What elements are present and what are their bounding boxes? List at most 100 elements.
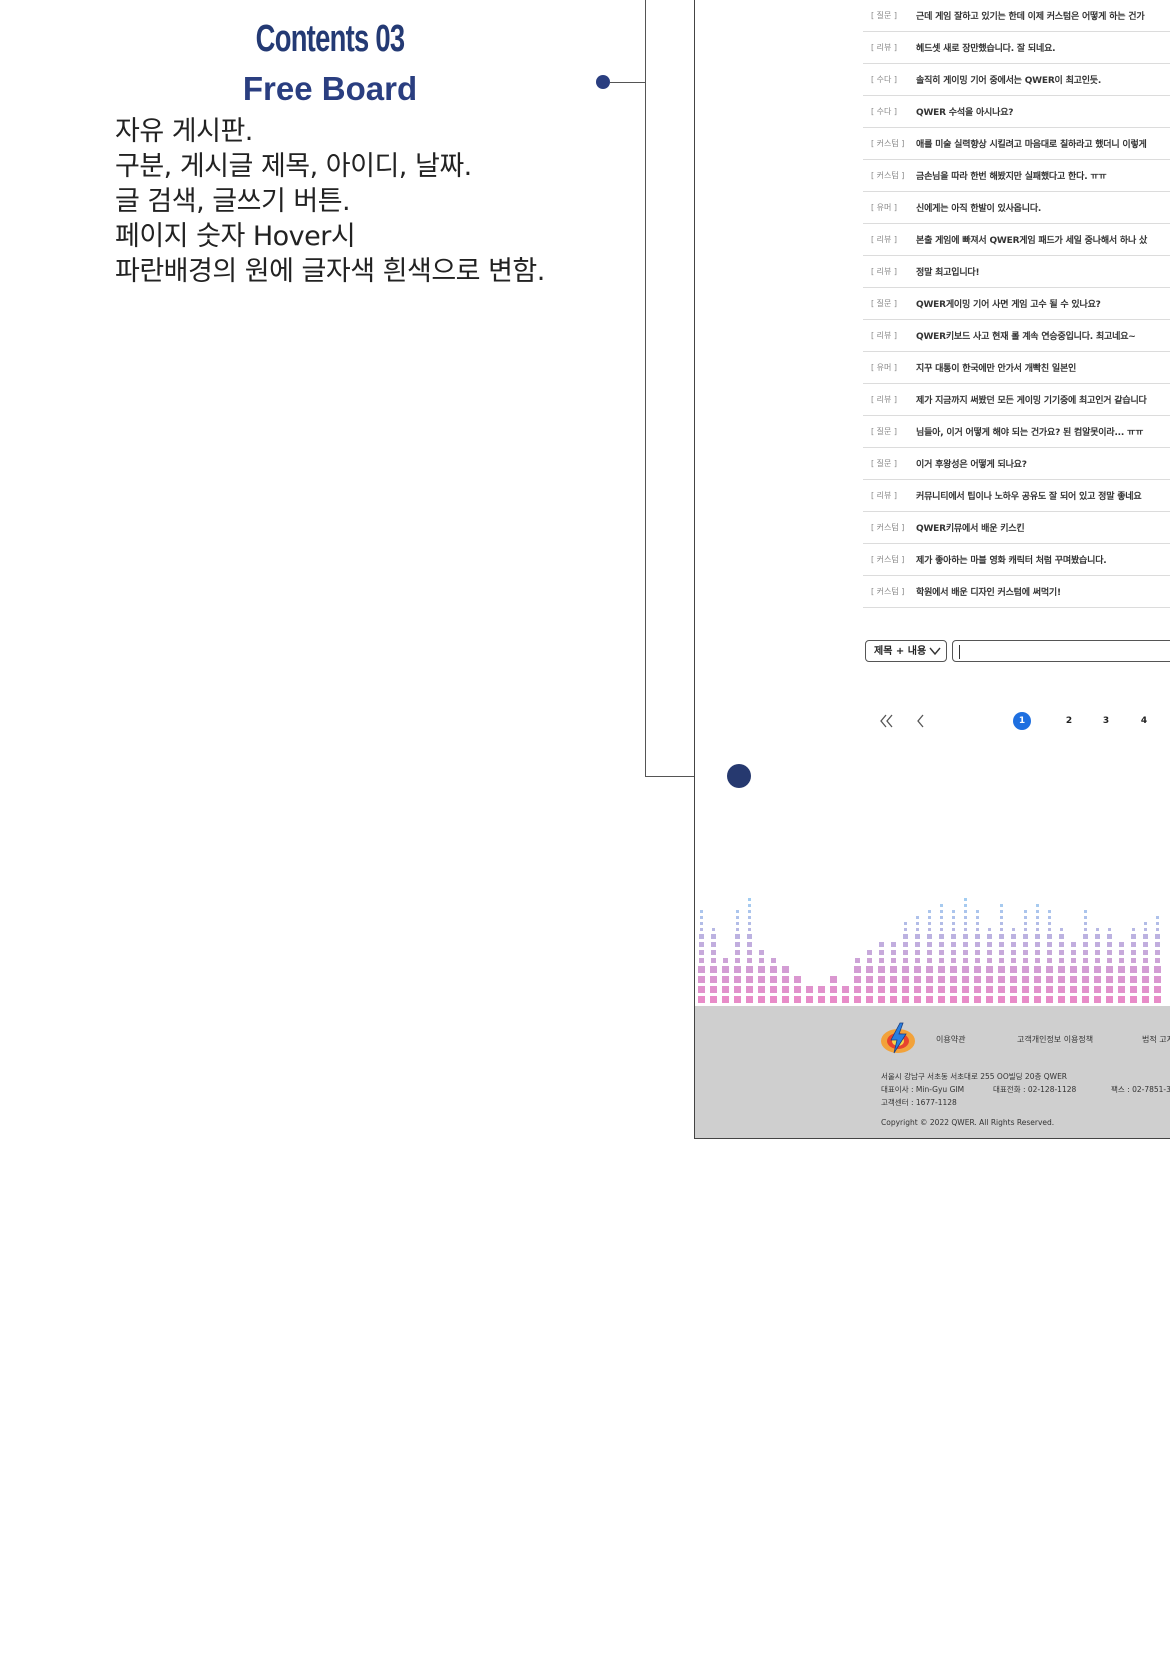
description-line: 글 검색, 글쓰기 버튼.: [115, 186, 351, 217]
list-item[interactable]: [ 커스텀 ] 제가 좋아하는 마블 영화 캐릭터 처럼 꾸며봤습니다.: [863, 544, 1170, 576]
post-title[interactable]: QWER게이밍 기어 사면 게임 고수 될 수 있나요?: [916, 297, 1101, 310]
equalizer-block: [985, 966, 993, 973]
list-item[interactable]: [ 리뷰 ] QWER키보드 사고 현재 롤 계속 연승중입니다. 최고네요~: [863, 320, 1170, 352]
post-title[interactable]: 본출 게임에 빠져서 QWER게임 패드가 세일 중나해서 하나 샀: [916, 233, 1147, 246]
list-item[interactable]: [ 수다 ] 솔직히 게이밍 기어 중에서는 QWER이 최고인듯.: [863, 64, 1170, 96]
equalizer-block: [927, 928, 931, 931]
prev-page-icon[interactable]: [912, 712, 930, 730]
footer-link-terms[interactable]: 이용약관: [936, 1034, 965, 1045]
list-item[interactable]: [ 질문 ] 이거 후왕성은 어떻게 되나요?: [863, 448, 1170, 480]
equalizer-block: [853, 966, 861, 973]
footer-link-privacy[interactable]: 고객개인정보 이용정책: [1017, 1034, 1093, 1045]
equalizer-block: [938, 934, 944, 939]
equalizer-block: [1143, 922, 1147, 925]
footer-link-legal[interactable]: 법적 고지: [1142, 1034, 1170, 1045]
post-title[interactable]: 지꾸 대통이 한국에만 안가서 개빡친 일본인: [916, 361, 1076, 374]
page-number[interactable]: 3: [1097, 712, 1115, 730]
equalizer-block: [1010, 950, 1016, 955]
post-title[interactable]: 이거 후왕성은 어떻게 되나요?: [916, 457, 1027, 470]
list-item[interactable]: [ 유머 ] 지꾸 대통이 한국에만 안가서 개빡친 일본인: [863, 352, 1170, 384]
equalizer-block: [985, 996, 993, 1003]
equalizer-block: [745, 996, 753, 1003]
equalizer-block: [974, 950, 980, 955]
list-item[interactable]: [ 리뷰 ] 헤드셋 새로 장만했습니다. 잘 되네요.: [863, 32, 1170, 64]
post-title[interactable]: 커뮤니티에서 팁이나 노하우 공유도 잘 되어 있고 정말 좋네요: [916, 489, 1142, 502]
equalizer-block: [1129, 976, 1137, 983]
equalizer-block: [890, 942, 896, 947]
equalizer-block: [710, 934, 716, 939]
equalizer-block: [1130, 942, 1136, 947]
equalizer-block: [699, 910, 703, 913]
post-title[interactable]: 학원에서 배운 디자인 커스텀에 써먹기!: [916, 585, 1061, 598]
list-item[interactable]: [ 리뷰 ] 커뮤니티에서 팁이나 노하우 공유도 잘 되어 있고 정말 좋네요: [863, 480, 1170, 512]
first-page-icon[interactable]: [878, 712, 896, 730]
equalizer-block: [949, 976, 957, 983]
list-item[interactable]: [ 커스텀 ] 학원에서 배운 디자인 커스텀에 써먹기!: [863, 576, 1170, 608]
search-type-select[interactable]: 제목 + 내용: [865, 640, 947, 662]
equalizer-block: [889, 976, 897, 983]
equalizer-block: [975, 928, 979, 931]
post-title[interactable]: 신에게는 아직 한발이 있사옵니다.: [916, 201, 1041, 214]
post-title[interactable]: QWER키보드 사고 현재 롤 계속 연승중입니다. 최고네요~: [916, 329, 1136, 342]
equalizer-block: [769, 966, 777, 973]
list-item[interactable]: [ 질문 ] 근데 게임 잘하고 있기는 한데 이제 커스텀은 어떻게 하는 건가: [863, 0, 1170, 32]
equalizer-block: [1057, 966, 1065, 973]
page-number-active[interactable]: 1: [1013, 712, 1031, 730]
post-title[interactable]: 헤드셋 새로 장만했습니다. 잘 되네요.: [916, 41, 1056, 54]
post-title[interactable]: 솔직히 게이밍 기어 중에서는 QWER이 최고인듯.: [916, 73, 1101, 86]
post-title[interactable]: 금손님을 따라 한번 해봤지만 실패했다고 한다. ㅠㅠ: [916, 169, 1107, 182]
equalizer-block: [1023, 922, 1027, 925]
equalizer-block: [699, 928, 703, 931]
post-title[interactable]: QWER키뮤에서 배운 키스킨: [916, 521, 1025, 534]
post-title[interactable]: 제가 좋아하는 마블 영화 캐릭터 처럼 꾸며봤습니다.: [916, 553, 1107, 566]
equalizer-block: [997, 986, 1005, 993]
equalizer-block: [961, 986, 969, 993]
list-item[interactable]: [ 유머 ] 신에게는 아직 한발이 있사옵니다.: [863, 192, 1170, 224]
post-title[interactable]: 근데 게임 잘하고 있기는 한데 이제 커스텀은 어떻게 하는 건가: [916, 9, 1145, 22]
list-item[interactable]: [ 수다 ] QWER 수석을 아시나요?: [863, 96, 1170, 128]
equalizer-block: [961, 976, 969, 983]
equalizer-block: [1070, 958, 1076, 963]
list-item[interactable]: [ 질문 ] 님들아, 이거 어떻게 해야 되는 건가요? 된 컴알못이라... …: [863, 416, 1170, 448]
equalizer-block: [1034, 950, 1040, 955]
list-item[interactable]: [ 리뷰 ] 본출 게임에 빠져서 QWER게임 패드가 세일 중나해서 하나 샀: [863, 224, 1170, 256]
footer-ceo: 대표이사 : Min-Gyu GIM: [881, 1085, 965, 1094]
list-item[interactable]: [ 질문 ] QWER게이밍 기어 사면 게임 고수 될 수 있나요?: [863, 288, 1170, 320]
equalizer-block: [925, 986, 933, 993]
post-title[interactable]: QWER 수석을 아시나요?: [916, 105, 1014, 118]
equalizer-block: [841, 986, 849, 993]
search-bar: 제목 + 내용: [865, 639, 1170, 665]
equalizer-block: [950, 950, 956, 955]
equalizer-block: [710, 958, 716, 963]
equalizer-block: [1033, 996, 1041, 1003]
equalizer-block: [1081, 966, 1089, 973]
equalizer-column: [1069, 942, 1077, 1006]
equalizer-block: [1058, 950, 1064, 955]
post-title[interactable]: 정말 최고입니다!: [916, 265, 980, 278]
equalizer-block: [938, 950, 944, 955]
equalizer-column: [1021, 910, 1029, 1006]
equalizer-block: [939, 922, 943, 925]
list-item[interactable]: [ 커스텀 ] 금손님을 따라 한번 해봤지만 실패했다고 한다. ㅠㅠ: [863, 160, 1170, 192]
equalizer-column: [733, 910, 741, 1006]
equalizer-column: [793, 976, 801, 1006]
search-input[interactable]: [952, 640, 1170, 662]
list-item[interactable]: [ 리뷰 ] 정말 최고입니다!: [863, 256, 1170, 288]
equalizer-block: [1093, 966, 1101, 973]
list-item[interactable]: [ 커스텀 ] QWER키뮤에서 배운 키스킨: [863, 512, 1170, 544]
equalizer-block: [1058, 942, 1064, 947]
post-title[interactable]: 애를 미술 실력향상 시킬려고 마음대로 칠하라고 했더니 이렇게: [916, 137, 1147, 150]
page-number[interactable]: 2: [1060, 712, 1078, 730]
list-item[interactable]: [ 커스텀 ] 애를 미술 실력향상 시킬려고 마음대로 칠하라고 했더니 이렇게: [863, 128, 1170, 160]
equalizer-block: [747, 904, 751, 907]
post-list: [ 질문 ] 근데 게임 잘하고 있기는 한데 이제 커스텀은 어떻게 하는 건가…: [863, 0, 1170, 608]
equalizer-block: [938, 942, 944, 947]
post-title[interactable]: 님들아, 이거 어떻게 해야 되는 건가요? 된 컴알못이라... ㅠㅠ: [916, 425, 1143, 438]
list-item[interactable]: [ 리뷰 ] 제가 지금까지 써봤던 모든 게이밍 기기중에 최고인거 같습니다: [863, 384, 1170, 416]
post-title[interactable]: 제가 지금까지 써봤던 모든 게이밍 기기중에 최고인거 같습니다: [916, 393, 1147, 406]
page-number[interactable]: 4: [1135, 712, 1153, 730]
equalizer-column: [757, 950, 765, 1006]
equalizer-column: [925, 910, 933, 1006]
equalizer-block: [1070, 950, 1076, 955]
equalizer-column: [997, 904, 1005, 1006]
